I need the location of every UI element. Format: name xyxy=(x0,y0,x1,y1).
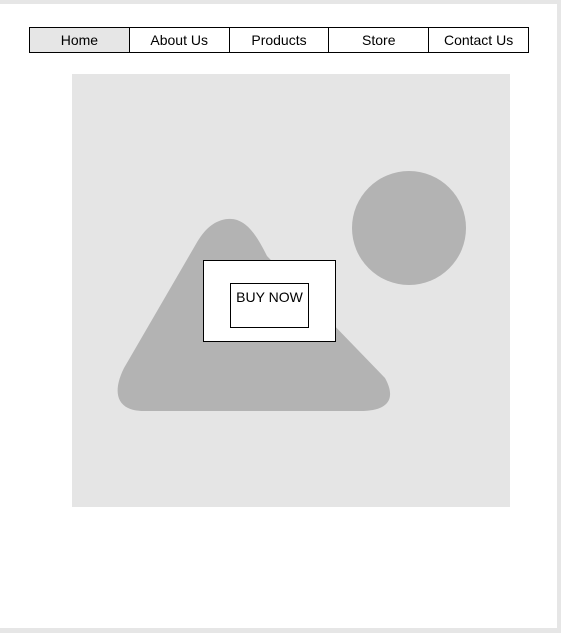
page: Home About Us Products Store Contact Us … xyxy=(0,4,557,628)
cta-panel: BUY NOW xyxy=(203,260,336,342)
buy-now-button[interactable]: BUY NOW xyxy=(230,283,309,328)
nav-item-contact-us[interactable]: Contact Us xyxy=(428,28,528,52)
nav-item-products[interactable]: Products xyxy=(228,28,329,52)
sun-shape xyxy=(352,171,466,285)
nav-item-store[interactable]: Store xyxy=(328,28,429,52)
top-nav: Home About Us Products Store Contact Us xyxy=(29,27,529,53)
nav-item-about-us[interactable]: About Us xyxy=(128,28,229,52)
nav-item-home[interactable]: Home xyxy=(30,28,129,52)
